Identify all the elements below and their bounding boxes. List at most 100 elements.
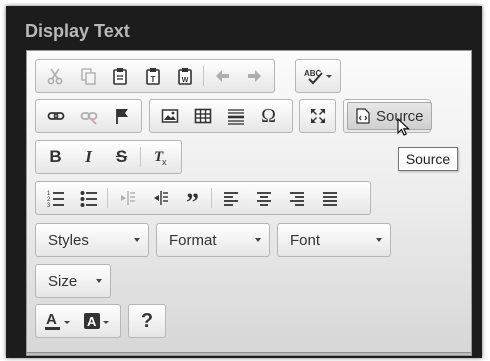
clipboard-group: T W [35, 59, 275, 93]
spellcheck-icon: ABC [304, 69, 332, 85]
align-right-icon [289, 192, 304, 206]
paste-icon [113, 68, 127, 85]
svg-text:x: x [162, 157, 167, 166]
insert-group: Ω [149, 99, 293, 133]
special-char-icon: Ω [261, 104, 276, 127]
cut-button[interactable] [39, 62, 71, 90]
basic-styles-group: B I S T x [35, 140, 182, 174]
paragraph-group: 1 2 3 ” [35, 181, 371, 217]
dialog-window: Display Text T W ABC Ω Source B I S T x … [6, 6, 482, 358]
source-group: Source [343, 99, 432, 133]
chevron-down-icon [96, 279, 102, 283]
unlink-button[interactable] [72, 102, 105, 130]
separator [140, 147, 141, 167]
outdent-button[interactable] [110, 184, 143, 212]
bulleted-list-button[interactable] [72, 184, 105, 212]
maximize-icon [310, 109, 325, 123]
remove-format-icon: T x [154, 149, 167, 166]
format-label: Format [169, 231, 217, 249]
strikethrough-icon: S [115, 147, 128, 166]
paste-word-icon: W [178, 68, 192, 85]
italic-icon: I [85, 147, 92, 166]
special-char-button[interactable]: Ω [252, 102, 285, 130]
paste-text-icon: T [145, 68, 160, 85]
outdent-icon [120, 191, 135, 205]
text-color-button[interactable]: A [39, 307, 78, 335]
svg-text:A: A [46, 311, 57, 328]
indent-button[interactable] [143, 184, 176, 212]
source-tooltip: Source [398, 147, 458, 171]
background-color-icon: A [83, 313, 109, 329]
undo-button[interactable] [206, 62, 238, 90]
link-icon [47, 112, 64, 120]
cut-icon [47, 68, 63, 85]
align-center-button[interactable] [247, 184, 280, 212]
unlink-icon [80, 112, 97, 125]
paste-word-button[interactable]: W [169, 62, 201, 90]
table-button[interactable] [186, 102, 219, 130]
size-label: Size [48, 272, 78, 290]
format-dropdown[interactable]: Format [156, 223, 270, 257]
links-group [35, 99, 142, 133]
strikethrough-button[interactable]: S [105, 143, 138, 171]
background-color-button[interactable]: A [78, 307, 117, 335]
numbered-list-icon: 1 2 3 [47, 191, 64, 207]
indent-icon [153, 191, 168, 205]
source-button[interactable]: Source [347, 102, 432, 130]
help-group: ? [128, 304, 166, 338]
text-color-icon: A [44, 311, 70, 330]
separator [107, 188, 108, 208]
image-button[interactable] [153, 102, 186, 130]
paste-button[interactable] [104, 62, 136, 90]
editor-bottom-border [27, 352, 471, 355]
justify-button[interactable] [313, 184, 346, 212]
help-button[interactable]: ? [132, 307, 162, 335]
blockquote-icon: ” [186, 188, 199, 217]
anchor-flag-icon [115, 109, 128, 124]
numbered-list-button[interactable]: 1 2 3 [39, 184, 72, 212]
remove-format-button[interactable]: T x [143, 143, 176, 171]
svg-text:A: A [87, 314, 97, 329]
chevron-down-icon [255, 238, 261, 242]
bulleted-list-icon [80, 191, 97, 207]
table-icon [194, 108, 211, 124]
align-left-icon [223, 192, 238, 206]
font-dropdown[interactable]: Font [277, 223, 391, 257]
redo-icon [247, 70, 261, 82]
redo-button[interactable] [239, 62, 271, 90]
spellcheck-button[interactable]: ABC [299, 62, 337, 90]
source-icon [356, 108, 370, 124]
separator [211, 188, 212, 208]
font-label: Font [290, 231, 321, 249]
align-left-button[interactable] [214, 184, 247, 212]
editor-toolbar-area: T W ABC Ω Source B I S T x 1 2 3 ” Style… [26, 50, 472, 356]
maximize-group [299, 99, 336, 133]
align-right-button[interactable] [280, 184, 313, 212]
image-icon [161, 109, 178, 123]
maximize-button[interactable] [303, 102, 332, 130]
align-center-icon [256, 192, 271, 206]
paste-text-button[interactable]: T [136, 62, 168, 90]
spellcheck-group: ABC [295, 59, 341, 93]
svg-text:3: 3 [47, 203, 51, 207]
copy-button[interactable] [71, 62, 103, 90]
window-title: Display Text [25, 21, 130, 41]
italic-button[interactable]: I [72, 143, 105, 171]
styles-dropdown[interactable]: Styles [35, 223, 149, 257]
chevron-down-icon [134, 238, 140, 242]
colors-group: A A [35, 304, 121, 338]
blockquote-button[interactable]: ” [176, 184, 209, 217]
size-dropdown[interactable]: Size [35, 264, 111, 298]
chevron-down-icon [376, 238, 382, 242]
horizontal-rule-icon [227, 109, 244, 125]
bold-icon: B [49, 147, 62, 166]
justify-icon [322, 192, 337, 206]
horizontal-rule-button[interactable] [219, 102, 252, 130]
anchor-button[interactable] [105, 102, 138, 130]
undo-icon [216, 70, 230, 82]
separator [203, 66, 205, 86]
mouse-cursor-icon [397, 118, 410, 136]
link-button[interactable] [39, 102, 72, 130]
bold-button[interactable]: B [39, 143, 72, 171]
svg-text:T: T [150, 75, 155, 84]
